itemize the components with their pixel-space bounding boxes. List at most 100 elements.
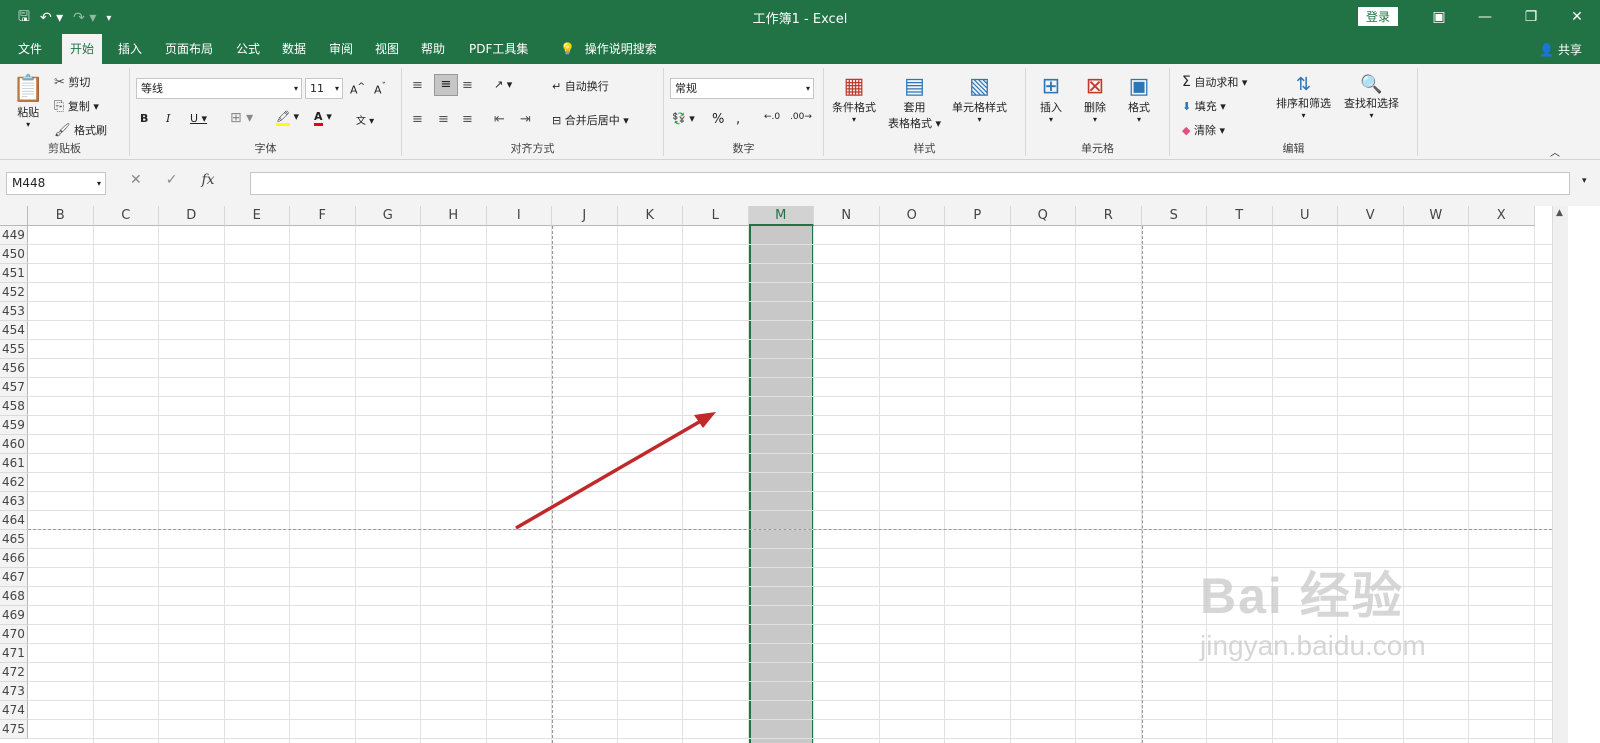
format-cells-icon: ▣: [1128, 74, 1150, 99]
fill-button[interactable]: ⬇ 填充 ▾: [1182, 98, 1226, 114]
tab-page-layout[interactable]: 页面布局: [157, 34, 221, 64]
format-cells-button[interactable]: ▣ 格式 ▾: [1128, 74, 1150, 124]
wrap-label: 自动换行: [564, 80, 609, 93]
insert-function-icon[interactable]: fx: [201, 172, 214, 188]
autosum-label: 自动求和: [1194, 76, 1239, 89]
cells-label: 单元格: [1081, 142, 1114, 155]
vertical-scrollbar[interactable]: ▲: [1552, 206, 1568, 743]
tell-me-label: 操作说明搜索: [584, 42, 657, 56]
insert-cells-button[interactable]: ⊞ 插入 ▾: [1040, 74, 1062, 124]
font-label: 字体: [254, 142, 277, 155]
ribbon: 📋 粘贴 ▾ ✂ 剪切 ⎘ 复制 ▾ 🖌 格式刷 剪贴板 等线 ▾ 11 ▾ A^ …: [0, 64, 1600, 160]
align-left-icon[interactable]: ≡: [412, 112, 423, 127]
clear-label: 清除: [1193, 124, 1216, 137]
tab-home[interactable]: 开始: [62, 34, 103, 64]
share-button[interactable]: 👤 共享: [1539, 41, 1582, 58]
format-painter-label: 格式刷: [74, 124, 108, 137]
decrease-indent-icon[interactable]: ⇤: [494, 112, 505, 127]
currency-icon[interactable]: 💱 ▾: [672, 112, 695, 125]
formula-input[interactable]: [250, 172, 1570, 195]
fill-color-icon[interactable]: 🖍 ▾: [276, 110, 299, 126]
scissors-icon: ✂: [54, 75, 65, 90]
paste-button[interactable]: 📋 粘贴 ▾: [12, 74, 44, 129]
underline-icon[interactable]: U ▾: [190, 112, 207, 125]
login-button[interactable]: 登录: [1358, 7, 1399, 26]
collapse-ribbon-icon[interactable]: ︿: [1550, 144, 1560, 159]
person-icon: 👤: [1539, 43, 1555, 57]
font-color-icon[interactable]: A ▾: [314, 110, 332, 126]
ribbon-display-options-icon[interactable]: ▣: [1416, 0, 1462, 34]
close-icon[interactable]: ✕: [1554, 0, 1600, 34]
restore-icon[interactable]: ❐: [1508, 0, 1554, 34]
decrease-font-icon[interactable]: Aˇ: [374, 81, 386, 97]
orientation-icon[interactable]: ↗ ▾: [494, 78, 512, 91]
conditional-format-button[interactable]: ▦ 条件格式 ▾: [832, 74, 876, 124]
cells-group: ⊞ 插入 ▾ ⊠ 删除 ▾ ▣ 格式 ▾ 单元格: [1026, 68, 1170, 156]
middle-align-icon[interactable]: ≡: [434, 74, 458, 96]
baidu-watermark: Bai 经验 jingyan.baidu.com: [1200, 556, 1426, 662]
copy-button[interactable]: ⎘ 复制 ▾: [54, 98, 99, 114]
align-right-icon[interactable]: ≡: [462, 112, 473, 127]
increase-font-icon[interactable]: A^: [350, 81, 365, 97]
delete-cells-button[interactable]: ⊠ 删除 ▾: [1084, 74, 1106, 124]
sort-filter-button[interactable]: ⇅ 排序和筛选 ▾: [1276, 74, 1331, 120]
brush-icon: 🖌: [54, 123, 71, 138]
number-label: 数字: [732, 142, 755, 155]
delete-cells-label: 删除: [1084, 101, 1106, 114]
find-select-button[interactable]: 🔍 查找和选择 ▾: [1344, 74, 1399, 120]
autosum-button[interactable]: Σ 自动求和 ▾: [1182, 74, 1247, 90]
tab-formulas[interactable]: 公式: [228, 34, 268, 64]
tab-review[interactable]: 审阅: [321, 34, 361, 64]
cell-styles-button[interactable]: ▧ 单元格样式 ▾: [952, 74, 1007, 124]
sort-filter-label: 排序和筛选: [1276, 97, 1331, 110]
align-center-icon[interactable]: ≡: [438, 112, 449, 127]
fill-label: 填充: [1194, 100, 1217, 113]
comma-icon[interactable]: ,: [736, 112, 740, 127]
increase-decimal-icon[interactable]: ←.0: [764, 112, 780, 122]
percent-icon[interactable]: %: [712, 112, 724, 127]
wrap-text-button[interactable]: ↵ 自动换行: [552, 78, 609, 94]
insert-cells-icon: ⊞: [1041, 74, 1061, 99]
tab-pdf-tools[interactable]: PDF工具集: [461, 34, 536, 64]
tab-insert[interactable]: 插入: [110, 34, 150, 64]
minimize-icon[interactable]: —: [1462, 0, 1508, 34]
name-box-value: M448: [12, 176, 46, 190]
font-name-value: 等线: [141, 82, 163, 95]
bottom-align-icon[interactable]: ≡: [462, 78, 473, 93]
increase-indent-icon[interactable]: ⇥: [520, 112, 531, 127]
tab-help[interactable]: 帮助: [413, 34, 453, 64]
clipboard-label: 剪贴板: [48, 142, 81, 155]
format-painter-button[interactable]: 🖌 格式刷: [54, 122, 107, 138]
decrease-decimal-icon[interactable]: .00→: [790, 112, 812, 122]
worksheet-grid[interactable]: B C D E F G H I J K L M N O P Q R S T U V W X 449 450 451 452 453 45…: [0, 206, 1552, 743]
insert-cells-label: 插入: [1040, 101, 1062, 114]
scroll-up-icon[interactable]: ▲: [1556, 208, 1563, 218]
merge-center-button[interactable]: ⊟ 合并后居中 ▾: [552, 112, 629, 128]
formula-bar-area: M448 ▾ ✕ ✓ fx ▾: [0, 160, 1600, 206]
copy-label: 复制: [67, 100, 90, 113]
tab-file[interactable]: 文件: [10, 34, 50, 64]
cut-button[interactable]: ✂ 剪切: [54, 74, 90, 90]
table-icon: ▤: [904, 74, 925, 99]
italic-icon[interactable]: I: [166, 112, 170, 125]
tell-me-search[interactable]: 💡 操作说明搜索: [552, 34, 665, 64]
border-icon[interactable]: ⊞ ▾: [230, 110, 253, 126]
merge-label: 合并后居中: [564, 114, 620, 127]
format-as-table-button[interactable]: ▤ 套用 表格格式 ▾: [888, 74, 941, 131]
expand-formula-bar-icon[interactable]: ▾: [1582, 176, 1587, 186]
clear-button[interactable]: ◆ 清除 ▾: [1182, 122, 1225, 138]
enter-entry-icon[interactable]: ✓: [166, 172, 178, 188]
phonetic-icon[interactable]: 文 ▾: [356, 112, 374, 127]
copy-icon: ⎘: [54, 99, 65, 114]
alignment-label: 对齐方式: [510, 142, 555, 155]
tab-data[interactable]: 数据: [274, 34, 314, 64]
font-name-select[interactable]: 等线 ▾: [136, 78, 302, 99]
top-align-icon[interactable]: ≡: [412, 78, 423, 93]
name-box[interactable]: M448 ▾: [6, 172, 106, 195]
bold-icon[interactable]: B: [140, 112, 148, 125]
number-format-select[interactable]: 常规 ▾: [670, 78, 814, 99]
tab-view[interactable]: 视图: [367, 34, 407, 64]
font-size-select[interactable]: 11 ▾: [305, 78, 343, 99]
cell-styles-label: 单元格样式: [952, 101, 1007, 114]
cancel-entry-icon[interactable]: ✕: [130, 172, 142, 188]
